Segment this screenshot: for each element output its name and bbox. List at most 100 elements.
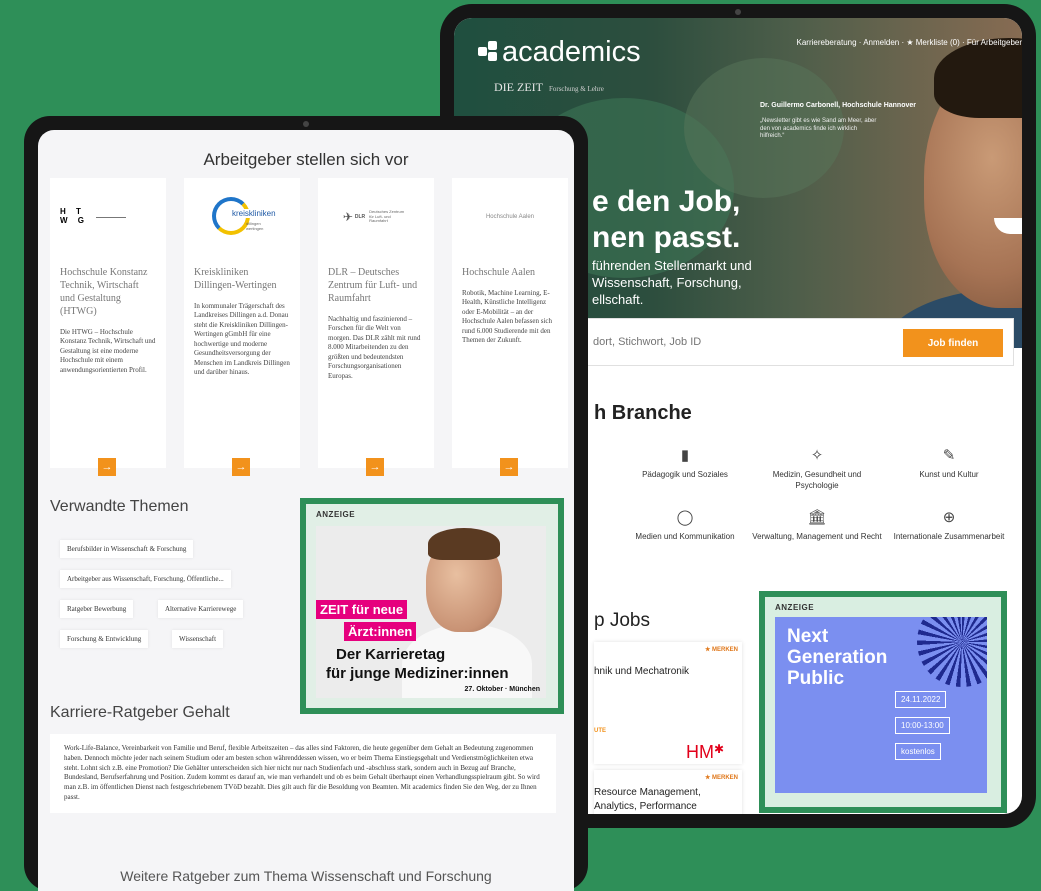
employer-name[interactable]: Hochschule Aalen xyxy=(462,266,558,279)
category-medien[interactable]: ◯ Medien und Kommunikation xyxy=(620,508,750,543)
htwg-logo-text: H T W G xyxy=(60,207,88,225)
hero-subtitle: führenden Stellenmarkt und Wissenschaft,… xyxy=(592,258,752,307)
zeit-brand-sub: Forschung & Lehre xyxy=(548,85,604,93)
logo-text: academics xyxy=(502,36,641,68)
employer-description: In kommunaler Trägerschaft des Landkreis… xyxy=(194,302,290,377)
category-medizin[interactable]: ✧ Medizin, Gesundheit und Psychologie xyxy=(752,446,882,492)
career-guide-title: Karriere-Ratgeber Gehalt xyxy=(50,704,230,721)
ad-price: kostenlos xyxy=(895,743,941,760)
camera-dot xyxy=(735,9,741,15)
related-topics-title: Verwandte Themen xyxy=(50,498,189,515)
kreiskliniken-logo: kreiskliniken dillingen wertingen xyxy=(194,186,290,248)
ad-date: 27. Oktober · München xyxy=(464,686,540,693)
topic-tag[interactable]: Ratgeber Bewerbung xyxy=(60,600,134,618)
employer-card[interactable]: H T W G Hochschule Konstanz Technik, Wir… xyxy=(50,178,166,468)
advertisement-karrieretag[interactable]: ANZEIGE ZEIT für neue Ärzt:innen Der Kar… xyxy=(300,498,564,714)
category-kunst[interactable]: ✎ Kunst und Kultur xyxy=(884,446,1014,481)
employer-arrow-button[interactable]: → xyxy=(366,458,384,476)
ad-label: ANZEIGE xyxy=(316,510,356,519)
merken-button[interactable]: ★ MERKEN xyxy=(705,646,738,653)
hochschule-aalen-logo: Hochschule Aalen xyxy=(462,186,558,248)
search-input[interactable] xyxy=(593,336,923,348)
branche-title: h Branche xyxy=(594,402,692,424)
category-label: Kunst und Kultur xyxy=(919,470,979,480)
htwg-logo-line xyxy=(96,216,126,218)
top-jobs-title: p Jobs xyxy=(594,610,650,631)
ad-label: ANZEIGE xyxy=(775,603,815,612)
ad-title: Next Generation Public xyxy=(787,626,888,689)
globe-icon: ⊕ xyxy=(942,509,956,526)
front-tablet: Arbeitgeber stellen sich vor H T W G Hoc… xyxy=(24,116,588,891)
courthouse-icon: 🏛 xyxy=(807,509,827,526)
academics-logo[interactable]: academics xyxy=(478,36,641,69)
zeit-brand: DIE ZEIT Forschung & Lehre xyxy=(494,80,604,95)
zeit-brand-name: DIE ZEIT xyxy=(494,80,543,94)
topic-tag[interactable]: Wissenschaft xyxy=(172,630,224,648)
ad-headline: für junge Mediziner:innen xyxy=(326,665,509,682)
ad-banner[interactable]: ZEIT für neue Ärzt:innen Der Karrieretag… xyxy=(316,526,546,698)
employer-card[interactable]: kreiskliniken dillingen wertingen Kreisk… xyxy=(184,178,300,468)
category-verwaltung[interactable]: 🏛 Verwaltung, Management und Recht xyxy=(752,508,882,543)
htwg-logo: H T W G xyxy=(60,186,156,248)
hero-headline-line: e den Job, xyxy=(592,185,741,218)
testimonial-name: Dr. Guillermo Carbonell, Hochschule Hann… xyxy=(760,102,916,109)
job-title[interactable]: hnik und Mechatronik xyxy=(594,666,689,677)
ad-date: 24.11.2022 xyxy=(895,691,947,708)
employer-arrow-button[interactable]: → xyxy=(500,458,518,476)
employer-name[interactable]: Hochschule Konstanz Technik, Wirtschaft … xyxy=(60,266,156,318)
dlr-logo-text: DLR xyxy=(354,214,366,220)
merken-button[interactable]: ★ MERKEN xyxy=(705,774,738,781)
camera-dot xyxy=(303,121,309,127)
book-icon: ▮ xyxy=(680,447,690,464)
job-title[interactable]: Resource Management, Analytics, Performa… xyxy=(594,786,744,814)
dna-icon: ✧ xyxy=(810,447,824,464)
job-label: UTE xyxy=(594,728,606,734)
career-guide-text: Work-Life-Balance, Vereinbarkeit von Fam… xyxy=(50,734,556,813)
dlr-logo-sub: Deutsches Zentrum für Luft- und Raumfahr… xyxy=(369,208,405,224)
ad-person-hair xyxy=(428,528,500,560)
topic-tag[interactable]: Alternative Karrierewege xyxy=(158,600,244,618)
category-label: Verwaltung, Management und Recht xyxy=(752,532,882,542)
employer-name[interactable]: DLR – Deutsches Zentrum für Luft- und Ra… xyxy=(328,266,424,305)
category-international[interactable]: ⊕ Internationale Zusammenarbeit xyxy=(884,508,1014,543)
kreiskliniken-logo-text: kreiskliniken xyxy=(232,209,276,218)
brush-icon: ✎ xyxy=(942,447,956,464)
employer-description: Robotik, Machine Learning, E-Health, Kün… xyxy=(462,289,552,345)
speech-bubble-icon: ◯ xyxy=(676,509,694,526)
category-label: Internationale Zusammenarbeit xyxy=(893,532,1005,542)
ad-rays-graphic xyxy=(917,617,987,687)
academics-article-page: Arbeitgeber stellen sich vor H T W G Hoc… xyxy=(38,130,574,891)
job-finden-button[interactable]: Job finden xyxy=(903,329,1003,357)
job-card[interactable]: ★ MERKEN Resource Management, Analytics,… xyxy=(594,770,742,814)
employer-description: Nachhaltig und faszinierend – Forschen f… xyxy=(328,315,421,380)
employer-description: Die HTWG – Hochschule Konstanz Technik, … xyxy=(60,328,156,374)
academics-logo-icon xyxy=(478,41,500,63)
dlr-logo: ✈ DLR Deutsches Zentrum für Luft- und Ra… xyxy=(328,186,424,248)
ad-banner[interactable]: Next Generation Public 24.11.2022 10:00-… xyxy=(775,617,987,793)
category-paedagogik[interactable]: ▮ Pädagogik und Soziales xyxy=(620,446,750,481)
ad-pink-headline: Ärzt:innen xyxy=(344,622,417,641)
topic-tag[interactable]: Berufsbilder in Wissenschaft & Forschung xyxy=(60,540,194,558)
hero-headline: e den Job, nen passt. xyxy=(592,184,740,256)
dlr-logo-icon: ✈ xyxy=(342,210,353,224)
employer-name[interactable]: Kreiskliniken Dillingen-Wertingen xyxy=(194,266,290,292)
advertisement-next-generation-public[interactable]: ANZEIGE Next Generation Public 24.11.202… xyxy=(759,591,1007,813)
hero-person-hair xyxy=(934,38,1022,118)
ad-time: 10:00-13:00 xyxy=(895,717,950,734)
employers-title: Arbeitgeber stellen sich vor xyxy=(203,150,409,169)
hm-logo-icon: ✱ xyxy=(714,742,725,756)
category-label: Medien und Kommunikation xyxy=(635,532,735,542)
employer-arrow-button[interactable]: → xyxy=(232,458,250,476)
topic-tag[interactable]: Arbeitgeber aus Wissenschaft, Forschung,… xyxy=(60,570,231,588)
top-navigation[interactable]: Karriereberatung · Anmelden · ★ Merklist… xyxy=(797,38,1022,47)
employer-card[interactable]: Hochschule Aalen Hochschule Aalen Roboti… xyxy=(452,178,568,468)
hero-headline-line: nen passt. xyxy=(592,221,741,254)
category-label: Pädagogik und Soziales xyxy=(642,470,728,480)
more-guides-title: Weitere Ratgeber zum Thema Wissenschaft … xyxy=(120,868,492,884)
ad-pink-headline: ZEIT für neue xyxy=(316,600,408,619)
kreiskliniken-logo-sub: dillingen wertingen xyxy=(246,221,264,231)
employer-arrow-button[interactable]: → xyxy=(98,458,116,476)
employer-card[interactable]: ✈ DLR Deutsches Zentrum für Luft- und Ra… xyxy=(318,178,434,468)
topic-tag[interactable]: Forschung & Entwicklung xyxy=(60,630,149,648)
testimonial-quote: „Newsletter gibt es wie Sand am Meer, ab… xyxy=(760,118,877,139)
